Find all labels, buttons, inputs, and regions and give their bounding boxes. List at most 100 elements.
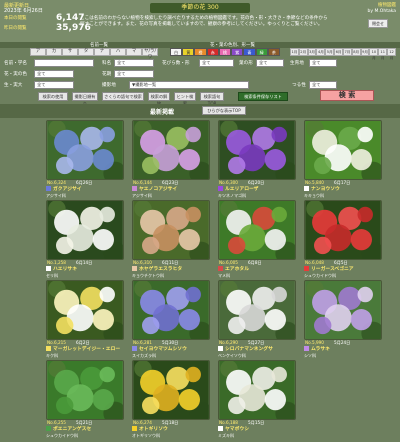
close-button[interactable]: 閉会せ [368, 19, 388, 28]
plant-name-row[interactable]: シロバナマンネングサ [218, 346, 296, 353]
plant-card[interactable]: No.5,840 6月17日 ナンヨウソウ キキョウ科 [304, 120, 382, 198]
month-index-item[interactable]: 7月 [342, 48, 352, 56]
plant-name[interactable]: ムラサキ [311, 347, 330, 352]
color-index-item[interactable]: 赤 [206, 48, 219, 56]
month-index-item[interactable]: 8月 [351, 48, 361, 56]
month-index-item[interactable]: 10月 [369, 48, 379, 60]
plant-name[interactable]: ポエニアンゲスセ [53, 427, 91, 432]
search-help-button[interactable]: 検索の使用 [38, 92, 68, 101]
kana-index-item[interactable]: ヤ/ラ/ワ [142, 48, 158, 60]
plant-name-row[interactable]: ホヤゲラエスラヒタ [132, 266, 210, 273]
month-index-item[interactable]: 4月 [316, 48, 326, 56]
flower-color-select[interactable]: 全て [34, 70, 74, 78]
plant-name[interactable]: マーガレットデイジー・エロー [53, 347, 120, 352]
plant-name-row[interactable]: ハエリサキ [46, 266, 124, 273]
kana-index-item[interactable]: ハ [110, 48, 126, 56]
plant-photo[interactable] [46, 200, 124, 260]
plant-name-row[interactable]: ムラサキ [304, 346, 382, 353]
date-order-button[interactable]: 撮影日順有り [72, 92, 98, 106]
plant-card[interactable]: No.6,281 5月30日 セイヨウマツムシソウ スイカズラ科 [132, 280, 210, 358]
plant-photo[interactable] [304, 280, 382, 340]
leaf-select[interactable]: 全て [256, 59, 284, 67]
plant-card[interactable]: No.6,005 6月8日 エアホタル マメ科 [218, 200, 296, 278]
kana-index-item[interactable]: カ [46, 48, 62, 56]
vine-select[interactable]: 全て [309, 81, 337, 89]
hiragana-top-button[interactable]: ひらがな表示TOP [202, 106, 246, 115]
plant-card[interactable]: No.6,255 5月21日 ポエニアンゲスセ シュウカイドウ科 [46, 360, 124, 438]
plant-photo[interactable] [132, 120, 210, 180]
month-index-item[interactable]: 12月 [387, 48, 396, 60]
color-index-item[interactable]: 紫 [231, 48, 244, 56]
plant-name-row[interactable]: セイヨウマツムシソウ [132, 346, 210, 353]
location-select[interactable]: ▼撮影地一覧 [129, 81, 249, 89]
plant-card[interactable]: No.6,300 6月20日 ルエリアローザ キツネノマゴ科 [218, 120, 296, 198]
plant-name[interactable]: ハエリサキ [53, 267, 77, 272]
plant-card[interactable]: No.6,048 6月5日 リーガースベゴニア シュウカイドウ科 [304, 200, 382, 278]
plant-name-row[interactable]: ポエニアンゲスセ [46, 426, 124, 433]
plant-name-row[interactable]: リーガースベゴニア [304, 266, 382, 273]
plant-card[interactable]: No.5,990 5月24日 ムラサキ シソ科 [304, 280, 382, 358]
plant-photo[interactable] [218, 120, 296, 180]
plant-card[interactable]: No.6,188 5月15日 ヤマボウシ ミズキ科 [218, 360, 296, 438]
plant-photo[interactable] [304, 200, 382, 260]
color-index-item[interactable]: 橙 [194, 48, 207, 56]
plant-photo[interactable] [132, 200, 210, 260]
color-index-item[interactable]: 黄 [182, 48, 195, 56]
plant-card[interactable]: No.6,274 5月18日 オトギリソウ オトギリソウ科 [132, 360, 210, 438]
plant-name[interactable]: ヤマボウシ [225, 427, 249, 432]
month-index-item[interactable]: 5月 [325, 48, 335, 56]
plant-name[interactable]: ヤエノコアジサイ [139, 187, 177, 192]
site-logo[interactable]: 季節の花 300 [150, 3, 250, 13]
plant-name[interactable]: セイヨウマツムシソウ [139, 347, 187, 352]
plant-name-row[interactable]: ナンヨウソウ [304, 186, 382, 193]
plant-photo[interactable] [132, 360, 210, 420]
plant-name-row[interactable]: ガクアジサイ [46, 186, 124, 193]
month-index-item[interactable]: 9月 [360, 48, 370, 56]
plant-name-row[interactable]: ルエリアローザ [218, 186, 296, 193]
plant-photo[interactable] [46, 360, 124, 420]
hint-search-button[interactable]: ヒント検索 [174, 92, 196, 106]
plant-photo[interactable] [132, 280, 210, 340]
plant-name-row[interactable]: マーガレットデイジー・エロー [46, 346, 124, 353]
kana-index-item[interactable]: タ [78, 48, 94, 56]
kana-index-item[interactable]: ア [30, 48, 46, 56]
plant-photo[interactable] [304, 120, 382, 180]
plant-name[interactable]: ホヤゲラエスラヒタ [139, 267, 182, 272]
plant-card[interactable]: No.1,258 6月14日 ハエリサキ セリ科 [46, 200, 124, 278]
color-index-item[interactable]: 茶 [267, 48, 280, 56]
plant-name[interactable]: ガクアジサイ [53, 187, 82, 192]
plant-name[interactable]: リーガースベゴニア [311, 267, 354, 272]
plant-name[interactable]: シロバナマンネングサ [225, 347, 273, 352]
petal-select[interactable]: 全て [199, 59, 234, 67]
plant-name-row[interactable]: ヤエノコアジサイ [132, 186, 210, 193]
plant-card[interactable]: No.6,310 6月11日 ホヤゲラエスラヒタ キョウチクトウ科 [132, 200, 210, 278]
keyword-top-button[interactable]: 検索語句TOP [200, 92, 224, 106]
plant-photo[interactable] [218, 280, 296, 340]
month-index-item[interactable]: 1月 [290, 48, 299, 56]
kana-index-item[interactable]: サ [62, 48, 78, 56]
plant-photo[interactable] [46, 280, 124, 340]
saved-search-button[interactable]: 検索条件保存リスト [238, 92, 288, 101]
color-index-item[interactable]: 桃 [218, 48, 232, 56]
kana-index-item[interactable]: ナ [94, 48, 110, 56]
plant-name-row[interactable]: エアホタル [218, 266, 296, 273]
color-index-item[interactable]: 青 [243, 48, 256, 56]
month-index-item[interactable]: 2月 [298, 48, 308, 56]
family-select[interactable]: 全て [114, 59, 154, 67]
kana-index-item[interactable]: マ [126, 48, 142, 56]
plant-card[interactable]: No.6,290 5月27日 シロバナマンネングサ ベンケイソウ科 [218, 280, 296, 358]
plant-name-row[interactable]: オトギリソウ [132, 426, 210, 433]
sakura-search-button[interactable]: さくらの語句で検索 [102, 92, 144, 101]
plant-photo[interactable] [218, 200, 296, 260]
month-index-item[interactable]: 6月 [334, 48, 343, 56]
plant-name-row[interactable]: ヤマボウシ [218, 426, 296, 433]
plant-name[interactable]: エアホタル [225, 267, 249, 272]
plant-name[interactable]: オトギリソウ [139, 427, 168, 432]
plant-card[interactable]: No.6,144 6月23日 ヤエノコアジサイ アジサイ科 [132, 120, 210, 198]
plant-photo[interactable] [218, 360, 296, 420]
plant-card[interactable]: No.6,324 6月26日 ガクアジサイ アジサイ科 [46, 120, 124, 198]
season-select[interactable]: 全て [114, 70, 154, 78]
habitat-select[interactable]: 全て [309, 59, 337, 67]
search-button[interactable]: 検 索 [320, 90, 374, 101]
month-index-item[interactable]: 3月 [307, 48, 317, 56]
